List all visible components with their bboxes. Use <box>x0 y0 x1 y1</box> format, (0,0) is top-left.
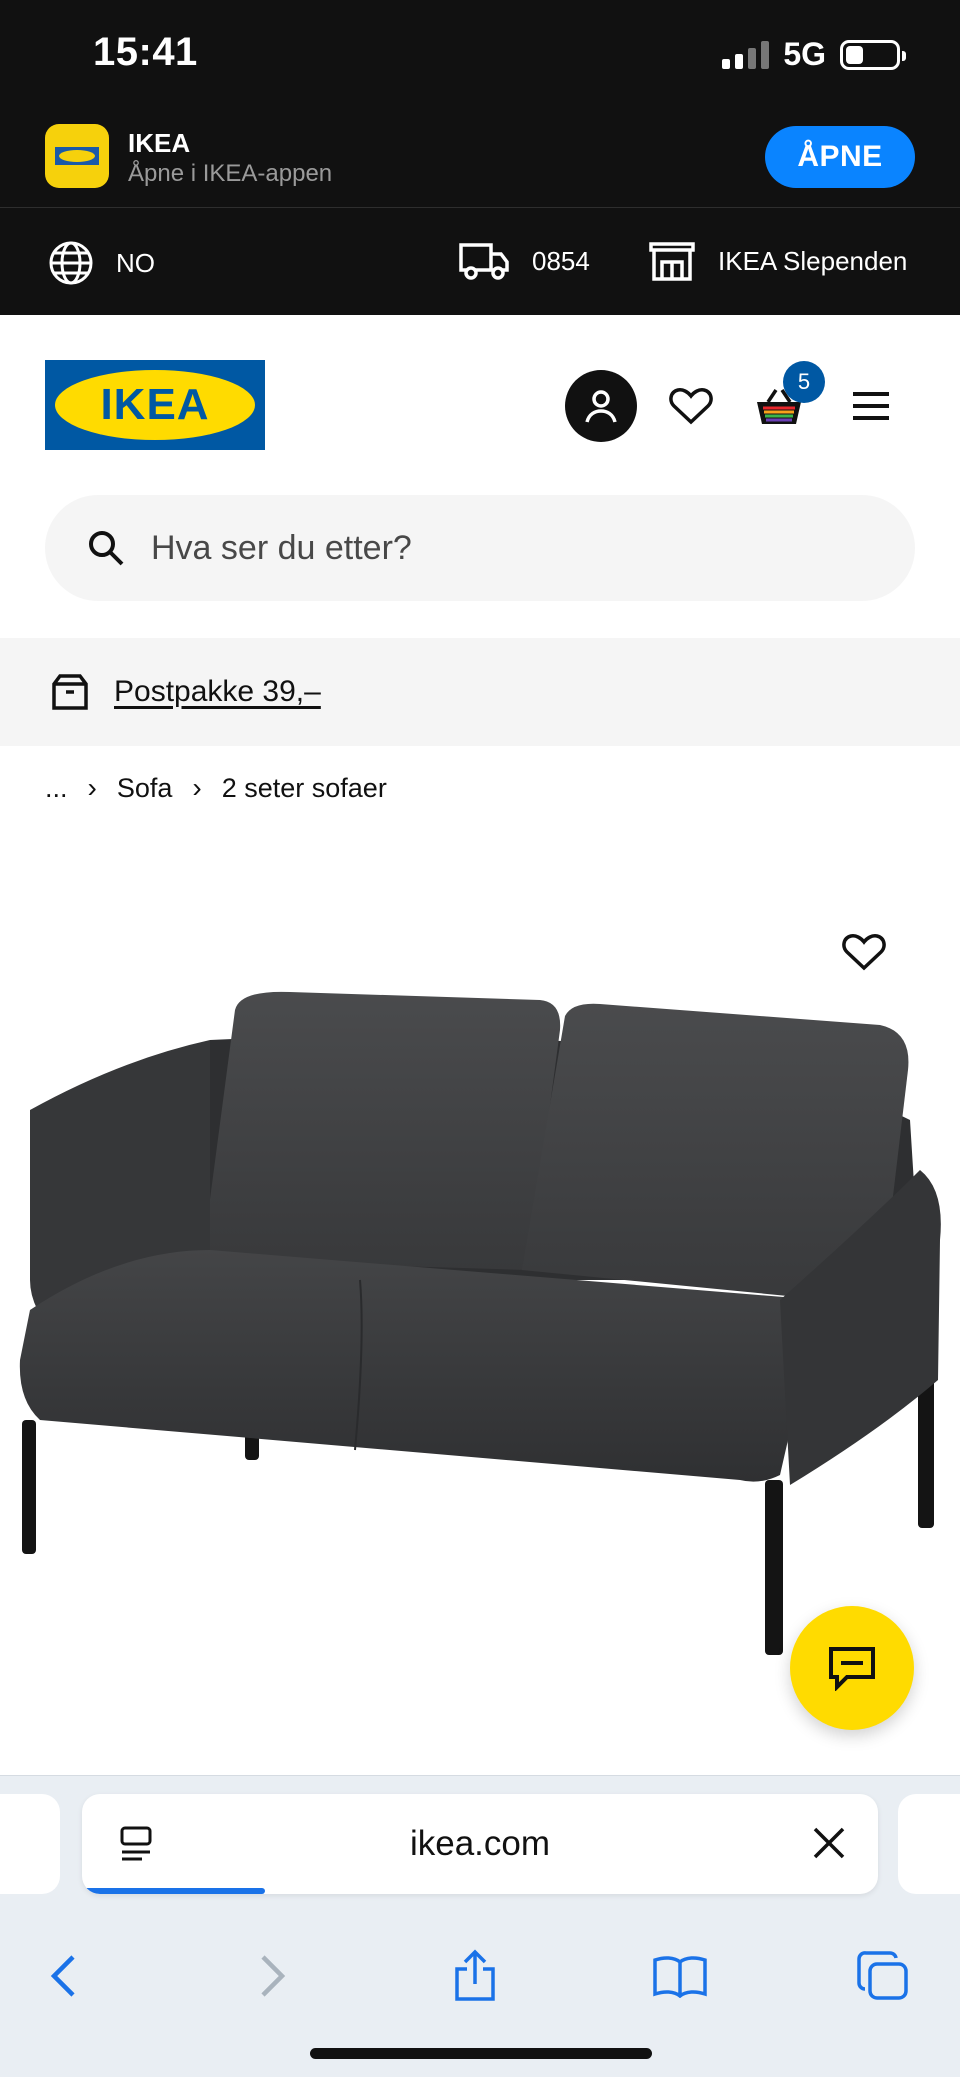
breadcrumb-item-sofa[interactable]: Sofa <box>117 773 173 804</box>
network-label: 5G <box>783 36 826 72</box>
store-label: IKEA Slependen <box>718 245 908 276</box>
chevron-right-icon: › <box>192 772 202 803</box>
app-banner: IKEA Åpne i IKEA-appen ÅPNE <box>0 110 960 208</box>
product-image[interactable] <box>0 980 960 1680</box>
browser-toolbar <box>0 1921 960 2031</box>
chat-button[interactable] <box>790 1606 914 1730</box>
previous-tab[interactable] <box>0 1794 60 1894</box>
url-text: ikea.com <box>409 1824 551 1863</box>
favourites-button[interactable] <box>660 375 722 437</box>
browser-bar: ikea.com <box>0 1775 960 2077</box>
language-selector[interactable]: NO <box>48 240 155 286</box>
share-icon <box>455 1949 495 2001</box>
truck-icon <box>459 243 509 280</box>
ikea-logo[interactable]: IKEA <box>45 360 265 450</box>
search-icon <box>89 531 124 566</box>
promo-link[interactable]: Postpakke 39,– <box>114 675 321 709</box>
forward-button[interactable] <box>238 1941 308 2011</box>
chevron-right-icon <box>261 1955 286 1997</box>
promo-bar: Postpakke 39,– <box>0 638 960 746</box>
page-load-progress <box>82 1888 266 1894</box>
share-button[interactable] <box>440 1941 510 2011</box>
heart-icon <box>669 388 713 425</box>
address-bar[interactable]: ikea.com <box>82 1794 878 1894</box>
ikea-app-icon <box>45 124 109 188</box>
chevron-left-icon <box>50 1955 75 1997</box>
signal-icon <box>722 40 770 69</box>
store-selector[interactable]: IKEA Slependen <box>648 240 907 282</box>
postcode-selector[interactable]: 0854 <box>458 240 590 282</box>
globe-icon <box>49 241 93 285</box>
status-time: 15:41 <box>93 30 198 74</box>
next-tab[interactable] <box>898 1794 960 1894</box>
open-app-button[interactable]: ÅPNE <box>765 126 915 188</box>
chevron-right-icon: › <box>87 772 97 803</box>
breadcrumb-item-2-seter[interactable]: 2 seter sofaer <box>222 773 387 804</box>
region-bar: NO 0854 IKEA Slependen <box>0 208 960 315</box>
search-placeholder: Hva ser du etter? <box>151 528 412 567</box>
heart-icon <box>842 934 886 971</box>
book-icon <box>653 1956 707 1998</box>
store-icon <box>649 242 695 281</box>
product-image-area <box>0 840 960 1775</box>
status-indicators: 5G <box>722 36 906 73</box>
menu-button[interactable] <box>840 375 902 437</box>
tabs-button[interactable] <box>848 1941 918 2011</box>
breadcrumb-ellipsis[interactable]: ... <box>45 773 68 804</box>
app-subtitle: Åpne i IKEA-appen <box>128 160 333 187</box>
battery-icon <box>840 39 906 70</box>
site-header: IKEA 5 Hva ser du etter? <box>0 315 960 645</box>
country-label: NO <box>116 247 155 278</box>
chat-icon <box>829 1647 875 1691</box>
tabs-icon <box>857 1951 908 2000</box>
bookmarks-button[interactable] <box>645 1941 715 2011</box>
menu-icon <box>853 392 889 420</box>
back-button[interactable] <box>28 1941 98 2011</box>
account-button[interactable] <box>565 370 637 442</box>
breadcrumb: ... › Sofa › 2 seter sofaer <box>45 772 387 804</box>
parcel-icon <box>52 674 88 710</box>
status-bar: 15:41 5G <box>0 0 960 110</box>
app-name: IKEA <box>128 128 191 158</box>
home-indicator <box>310 2048 652 2059</box>
search-input[interactable]: Hva ser du etter? <box>45 495 915 601</box>
account-icon <box>585 390 617 423</box>
close-icon[interactable] <box>810 1824 848 1862</box>
postcode-label: 0854 <box>532 245 590 276</box>
cart-count-badge: 5 <box>783 361 825 403</box>
logo-text: IKEA <box>100 380 210 429</box>
